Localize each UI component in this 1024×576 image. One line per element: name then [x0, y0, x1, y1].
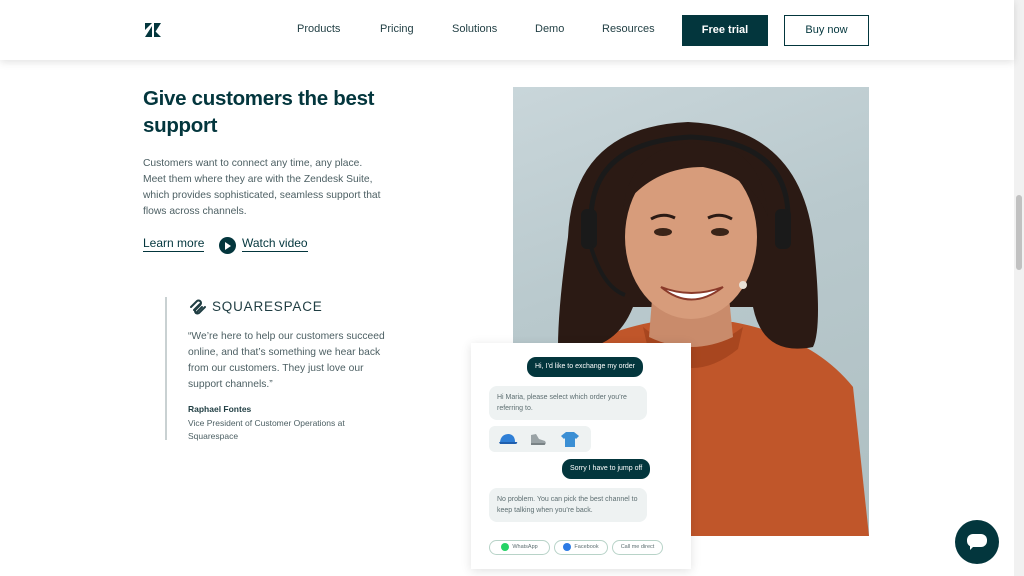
chat-message-customer: Hi, I’d like to exchange my order — [527, 357, 643, 377]
page-scrollbar[interactable] — [1014, 0, 1024, 576]
nav-solutions[interactable]: Solutions — [452, 20, 497, 38]
chat-launcher-button[interactable] — [955, 520, 999, 564]
whatsapp-button[interactable]: WhatsApp — [489, 540, 550, 555]
play-icon[interactable] — [219, 237, 236, 254]
chat-message-agent-2: No problem. You can pick the best channe… — [489, 488, 647, 522]
hero-headline: Give customers the best support — [143, 87, 375, 137]
cap-icon[interactable] — [498, 433, 518, 445]
squarespace-wordmark: SQUARESPACE — [212, 299, 323, 314]
quote-divider — [165, 297, 167, 440]
facebook-label: Facebook — [574, 544, 599, 550]
testimonial-name: Raphael Fontes — [188, 404, 252, 414]
scrollbar-thumb[interactable] — [1016, 195, 1022, 270]
sneaker-icon[interactable] — [529, 432, 547, 446]
learn-more-link[interactable]: Learn more — [143, 236, 205, 252]
nav-pricing[interactable]: Pricing — [380, 20, 414, 38]
whatsapp-label: WhatsApp — [512, 544, 538, 550]
nav-products[interactable]: Products — [297, 20, 340, 38]
testimonial-title: Vice President of Customer Operations at… — [188, 418, 345, 441]
top-nav-bar: Products Pricing Solutions Demo Resource… — [0, 0, 1014, 60]
chat-message-agent: Hi Maria, please select which order you’… — [489, 386, 647, 420]
chat-bubble-icon — [967, 534, 987, 550]
messenger-icon — [563, 542, 572, 551]
call-me-direct-button[interactable]: Call me direct — [612, 540, 663, 555]
chat-widget-card: Hi, I’d like to exchange my order Hi Mar… — [471, 343, 691, 569]
call-me-direct-label: Call me direct — [620, 544, 655, 550]
facebook-button[interactable]: Facebook — [554, 540, 608, 555]
testimonial-quote: “We’re here to help our customers succee… — [188, 331, 385, 390]
hero-paragraph: Customers want to connect any time, any … — [143, 158, 381, 217]
product-selector — [489, 426, 591, 452]
zendesk-logo-icon[interactable] — [145, 23, 161, 37]
squarespace-logo-icon — [190, 299, 206, 315]
nav-resources[interactable]: Resources — [602, 20, 655, 38]
buy-now-button[interactable]: Buy now — [784, 15, 869, 46]
nav-demo[interactable]: Demo — [535, 20, 564, 38]
chat-message-customer-2: Sorry I have to jump off — [562, 459, 651, 479]
whatsapp-icon — [501, 542, 510, 551]
free-trial-button[interactable]: Free trial — [682, 15, 768, 46]
watch-video-link[interactable]: Watch video — [242, 236, 308, 252]
tshirt-icon[interactable] — [560, 431, 580, 447]
